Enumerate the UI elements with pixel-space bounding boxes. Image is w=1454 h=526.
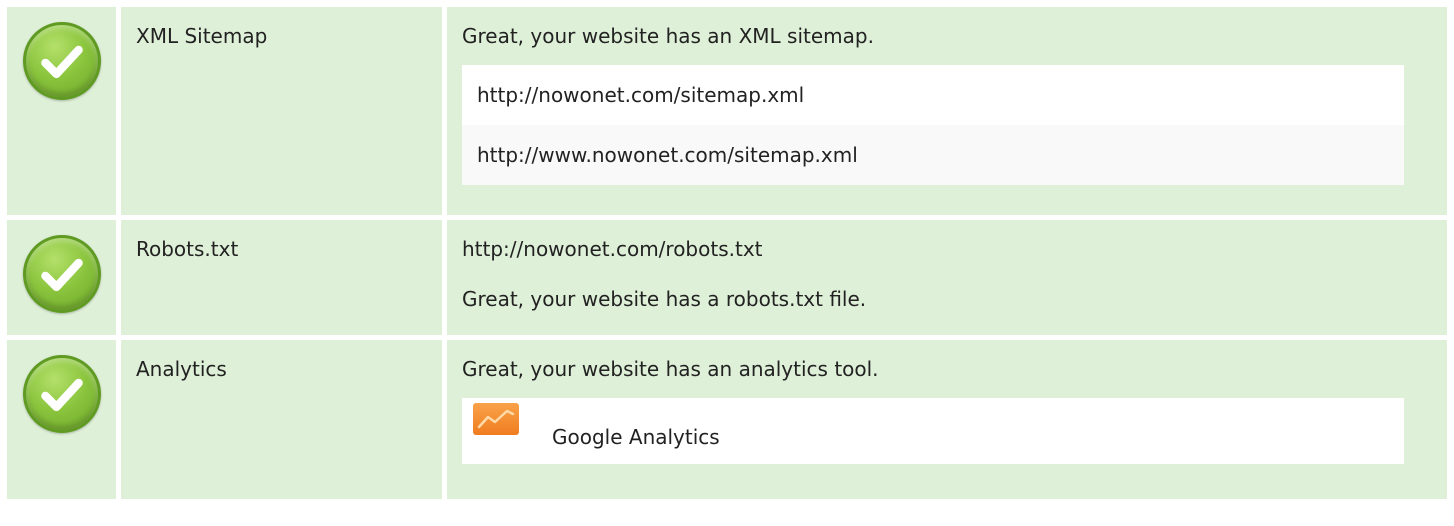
analytics-tool-name: Google Analytics [552, 425, 720, 449]
check-row-analytics: Analytics Great, your website has an ana… [7, 340, 1447, 499]
check-message: Great, your website has an analytics too… [462, 357, 879, 381]
analytics-tool-item: Google Analytics [462, 398, 1404, 464]
status-cell [7, 220, 116, 335]
check-result: Great, your website has an analytics too… [447, 340, 1447, 499]
check-message: Great, your website has a robots.txt fil… [462, 287, 867, 311]
check-name: XML Sitemap [121, 7, 442, 215]
google-analytics-icon [473, 403, 519, 435]
check-icon [23, 22, 101, 100]
check-icon [23, 355, 101, 433]
sitemap-url[interactable]: http://www.nowonet.com/sitemap.xml [462, 125, 1404, 185]
seo-checks-table: XML Sitemap Great, your website has an X… [7, 7, 1447, 499]
check-name: Analytics [121, 340, 442, 499]
sitemap-url[interactable]: http://nowonet.com/sitemap.xml [462, 65, 1404, 125]
check-name-label: Analytics [136, 357, 227, 381]
sitemap-url-list: http://nowonet.com/sitemap.xml http://ww… [462, 65, 1404, 185]
check-result: http://nowonet.com/robots.txt Great, you… [447, 220, 1447, 335]
check-name-label: XML Sitemap [136, 24, 268, 48]
robots-url[interactable]: http://nowonet.com/robots.txt [462, 220, 1404, 261]
check-result: Great, your website has an XML sitemap. … [447, 7, 1447, 215]
check-icon [23, 235, 101, 313]
check-row-robots: Robots.txt http://nowonet.com/robots.txt… [7, 220, 1447, 335]
check-row-sitemap: XML Sitemap Great, your website has an X… [7, 7, 1447, 215]
check-message: Great, your website has an XML sitemap. [462, 24, 874, 48]
status-cell [7, 340, 116, 499]
check-name-label: Robots.txt [136, 237, 239, 261]
status-cell [7, 7, 116, 215]
check-name: Robots.txt [121, 220, 442, 335]
